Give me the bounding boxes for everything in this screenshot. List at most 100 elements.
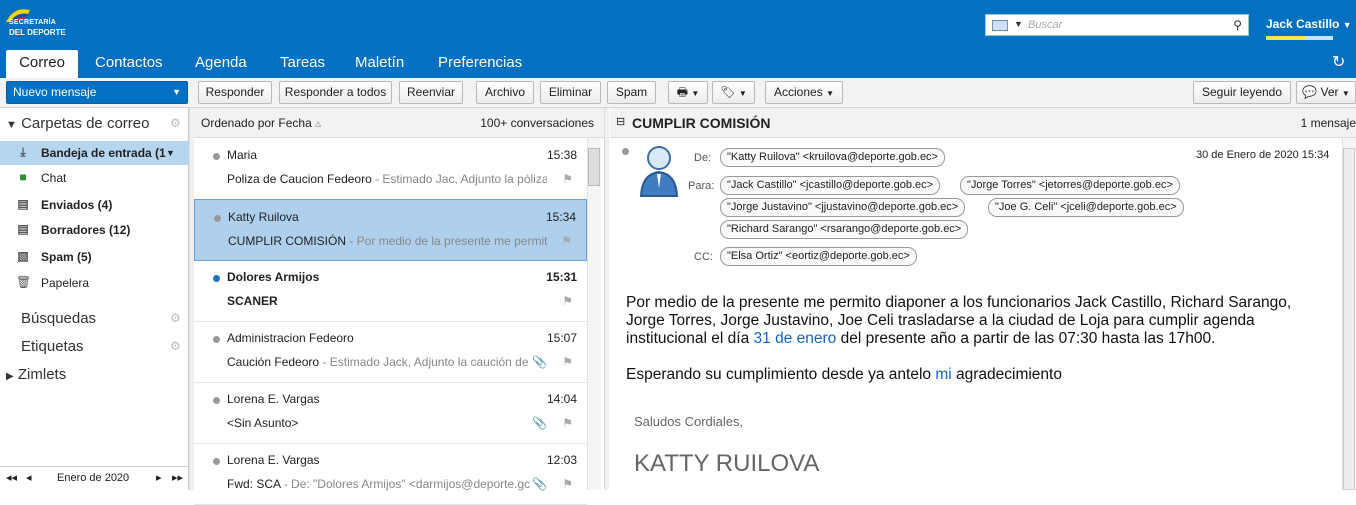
sidebar-item-drafts[interactable]: ▤ Borradores (12)	[0, 218, 189, 242]
next-year-icon[interactable]: ▸▸	[172, 467, 183, 489]
tag-button[interactable]: 🏷 ▼	[712, 81, 755, 104]
logo[interactable]: SECRETARÍA DEL DEPORTE	[0, 2, 85, 40]
read-dot[interactable]	[214, 215, 221, 222]
gear-icon[interactable]: ⚙	[170, 339, 181, 353]
prev-year-icon[interactable]: ◂◂	[6, 467, 17, 489]
flag-icon[interactable]: ⚑	[562, 172, 573, 186]
tags-header[interactable]: Etiquetas	[21, 338, 84, 355]
next-month-icon[interactable]: ▸	[156, 467, 162, 489]
read-dot[interactable]	[213, 153, 220, 160]
flag-icon[interactable]: ⚑	[562, 416, 573, 430]
read-dot[interactable]	[213, 275, 220, 282]
scroll-thumb[interactable]	[588, 148, 600, 186]
list-item[interactable]: Lorena E. Vargas 12:03 Fwd: SCA - De: "Dol…	[194, 443, 587, 505]
fragment: - Estimado Jac, Adjunto la póliza d	[371, 172, 547, 186]
chevron-down-icon[interactable]: ▼	[166, 141, 175, 165]
fragment: - Estimado Jack, Adjunto la caución de	[319, 355, 529, 369]
mail-folders-header[interactable]: ▼ Carpetas de correo	[6, 115, 149, 132]
user-menu[interactable]: Jack Castillo ▼	[1266, 17, 1352, 31]
tab-maletin[interactable]: Maletín	[355, 54, 404, 71]
searches-header[interactable]: Búsquedas	[21, 310, 96, 327]
archive-button[interactable]: Archivo	[476, 81, 534, 104]
reading-scrollbar[interactable]	[1342, 138, 1356, 490]
sidebar-item-chat[interactable]: ■ Chat	[0, 166, 189, 190]
scroll-thumb[interactable]	[1343, 148, 1355, 490]
date-link[interactable]: 31 de enero	[754, 330, 837, 347]
splitter[interactable]	[604, 108, 609, 490]
prev-month-icon[interactable]: ◂	[26, 467, 32, 489]
view-button[interactable]: 💬 Ver ▼	[1296, 81, 1356, 104]
to-chip[interactable]: "Jack Castillo" <jcastillo@deporte.gob.e…	[720, 176, 941, 195]
list-item[interactable]: Lorena E. Vargas 14:04 <Sin Asunto> 📎 ⚑	[194, 382, 587, 444]
paperclip-icon: 📎	[532, 355, 547, 369]
chevron-down-icon[interactable]: ▼	[172, 82, 181, 103]
envelope-icon[interactable]	[992, 20, 1008, 31]
search-input[interactable]: Buscar	[1028, 19, 1062, 31]
flag-icon[interactable]: ⚑	[561, 234, 572, 248]
search-box[interactable]: ▼ Buscar ⚲	[985, 14, 1249, 36]
forward-button[interactable]: Reenviar	[399, 81, 463, 104]
sidebar-item-label: Borradores (12)	[41, 223, 131, 237]
avatar	[639, 146, 679, 197]
sidebar-item-label: Spam (5)	[41, 250, 92, 264]
mail-folders-label: Carpetas de correo	[21, 115, 150, 132]
tab-correo[interactable]: Correo	[6, 50, 78, 78]
flag-icon[interactable]: ⚑	[562, 477, 573, 491]
sidebar-item-sent[interactable]: ▤ Enviados (4)	[0, 193, 189, 217]
keep-reading-button[interactable]: Seguir leyendo	[1193, 81, 1291, 104]
print-button[interactable]: 🖶 ▼	[668, 81, 708, 104]
sort-button[interactable]: Ordenado por Fecha ▵	[201, 108, 321, 138]
reply-all-button[interactable]: Responder a todos	[279, 81, 392, 104]
trash-icon: 🗑	[16, 275, 32, 289]
list-header: Ordenado por Fecha ▵ 100+ conversaciones	[194, 108, 604, 138]
search-icon[interactable]: ⚲	[1233, 18, 1242, 32]
actions-button[interactable]: Acciones ▼	[765, 81, 843, 104]
refresh-icon[interactable]: ↻	[1332, 52, 1345, 72]
delete-button[interactable]: Eliminar	[540, 81, 601, 104]
cc-label: CC:	[694, 251, 713, 263]
read-dot[interactable]	[213, 458, 220, 465]
inline-link[interactable]: mi	[935, 366, 951, 383]
subject: CUMPLIR COMISIÓN	[228, 234, 347, 248]
read-dot[interactable]	[622, 148, 629, 155]
view-label: Ver	[1320, 85, 1339, 99]
logo-line-1: SECRETARÍA	[9, 19, 56, 26]
to-chip[interactable]: "Jorge Justavino" <jjustavino@deporte.go…	[720, 198, 966, 217]
list-item[interactable]: Administracion Fedeoro 15:07 Caución Fedeo…	[194, 321, 587, 383]
read-dot[interactable]	[213, 397, 220, 404]
list-scrollbar[interactable]	[587, 138, 601, 490]
spam-button[interactable]: Spam	[607, 81, 656, 104]
sidebar-item-spam[interactable]: ▧ Spam (5)	[0, 245, 189, 269]
sidebar: ▼ Carpetas de correo ⚙ ⤓ Bandeja de entra…	[0, 108, 189, 490]
list-item[interactable]: Maria 15:38 Poliza de Caucion Fedeoro - Es…	[194, 138, 587, 200]
gear-icon[interactable]: ⚙	[170, 311, 181, 325]
to-chip[interactable]: "Jorge Torres" <jetorres@deporte.gob.ec>	[960, 176, 1180, 195]
tab-tareas[interactable]: Tareas	[280, 54, 325, 71]
from-label: De:	[694, 152, 712, 164]
to-label: Para:	[688, 180, 715, 192]
new-message-button[interactable]: Nuevo mensaje ▼	[6, 81, 188, 104]
to-chip[interactable]: "Richard Sarango" <rsarango@deporte.gob.…	[720, 220, 969, 239]
actions-label: Acciones	[774, 85, 823, 99]
message-title: CUMPLIR COMISIÓN	[632, 115, 771, 131]
tab-contactos[interactable]: Contactos	[95, 54, 163, 71]
read-dot[interactable]	[213, 336, 220, 343]
cc-chip[interactable]: "Elsa Ortiz" <eortiz@deporte.gob.ec>	[720, 247, 917, 266]
flag-icon[interactable]: ⚑	[562, 355, 573, 369]
chevron-down-icon[interactable]: ▼	[1014, 19, 1023, 29]
zimlets-header[interactable]: ▶ Zimlets	[6, 366, 66, 383]
gear-icon[interactable]: ⚙	[170, 116, 181, 130]
collapse-icon[interactable]: ⊟	[616, 115, 625, 128]
to-chip[interactable]: "Joe G. Celi" <jceli@deporte.gob.ec>	[988, 198, 1184, 217]
tab-agenda[interactable]: Agenda	[195, 54, 247, 71]
list-item[interactable]: Katty Ruilova 15:34 CUMPLIR COMISIÓN - Por…	[194, 199, 587, 261]
tab-preferencias[interactable]: Preferencias	[438, 54, 522, 71]
from-chip[interactable]: "Katty Ruilova" <kruilova@deporte.gob.ec…	[720, 148, 945, 167]
inbox-icon: ⤓	[20, 145, 26, 159]
sidebar-item-label: Chat	[41, 171, 67, 185]
sidebar-item-trash[interactable]: 🗑 Papelera	[0, 271, 189, 295]
flag-icon[interactable]: ⚑	[562, 294, 573, 308]
reply-button[interactable]: Responder	[198, 81, 272, 104]
list-item[interactable]: Dolores Armijos 15:31 SCANER ⚑	[194, 260, 587, 322]
sidebar-item-inbox[interactable]: ⤓ Bandeja de entrada (1 ▼	[0, 141, 189, 165]
